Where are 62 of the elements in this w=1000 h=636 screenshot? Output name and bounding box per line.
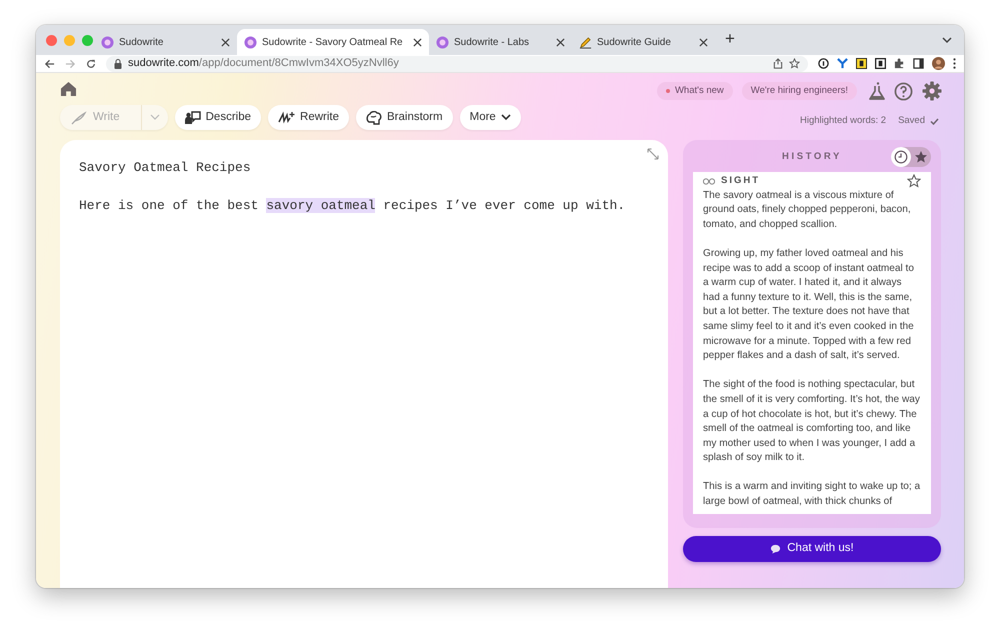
view-toggle[interactable] (891, 147, 931, 167)
eyes-icon (703, 178, 715, 185)
share-icon[interactable] (773, 58, 783, 69)
bookmark-star-icon[interactable] (789, 58, 800, 69)
avatar-icon[interactable] (932, 57, 945, 70)
entry-paragraph: The sight of the food is nothing spectacular, but the smell of it is very comforting. It’s hot, the way a cup of hot chocolate is hot, but it’s chewy. The smell of the oatmeal is comforting too, and like my mother used to when I was younger, I add a splash of soy milk to it. (703, 378, 921, 466)
help-icon[interactable] (894, 82, 913, 100)
check-icon (930, 118, 939, 125)
chat-bubble-icon (770, 544, 782, 554)
feather-icon (70, 110, 88, 124)
more-vertical-icon[interactable] (953, 58, 956, 69)
address-bar[interactable]: sudowrite.com/app/document/8CmwIvm34XO5yzNvll6y (106, 56, 808, 72)
settings-icon[interactable] (922, 81, 942, 101)
entry-paragraph: The savory oatmeal is a viscous mixture of ground oats, finely chopped pepperoni, bacon, tomato, and chopped scallion. (703, 188, 912, 232)
browser-tab[interactable]: Sudowrite Guide (572, 29, 715, 55)
chevron-down-icon[interactable] (942, 36, 952, 44)
app-logo-icon (101, 36, 114, 48)
highlighted-count-text: Highlighted words: 2 (800, 114, 886, 128)
saved-status-text: Saved (898, 114, 925, 128)
pencil-icon (579, 36, 592, 48)
expand-icon[interactable] (647, 148, 659, 160)
person-board-icon (184, 110, 201, 124)
new-tab-button[interactable]: + (725, 30, 735, 46)
toolbar-button[interactable]: Describe (174, 105, 262, 130)
puzzle-icon[interactable] (894, 58, 905, 69)
toolbar-button[interactable]: Rewrite (268, 105, 349, 130)
document-text: Here is one of the best savory oatmeal recipes I’ve ever come up with. (79, 196, 626, 214)
close-tab-icon[interactable] (699, 38, 708, 46)
entry-paragraph: This is a warm and inviting sight to wake up to; a large bowl of oatmeal, with thick chunks of (703, 480, 921, 510)
document-title: Savory Oatmeal Recipes (79, 159, 252, 177)
flask-icon[interactable] (869, 82, 885, 100)
scribble-icon (278, 111, 296, 124)
browser-tab[interactable]: Sudowrite - Savory Oatmeal Re (237, 29, 429, 55)
back-icon[interactable] (44, 58, 55, 68)
header-pill[interactable]: We're hiring engineers! (742, 82, 857, 100)
extension-icon[interactable] (875, 58, 886, 69)
close-tab-icon[interactable] (413, 38, 422, 46)
app-logo-icon (436, 36, 449, 48)
toolbar-button[interactable]: Brainstorm (356, 105, 453, 130)
header-pill[interactable]: What's new (656, 82, 733, 100)
clock-icon[interactable] (894, 150, 908, 164)
close-tab-icon[interactable] (556, 38, 565, 46)
home-icon[interactable] (60, 81, 77, 97)
extension-icon[interactable] (856, 58, 867, 69)
panel-title: HISTORY (782, 150, 842, 164)
reload-icon[interactable] (86, 58, 96, 68)
entry-label: SIGHT (721, 174, 760, 188)
url-text: sudowrite.com/app/document/8CmwIvm34XO5yzNvll6y (128, 56, 399, 72)
browser-tab[interactable]: Sudowrite - Labs (429, 29, 572, 55)
info-circle-icon[interactable] (818, 58, 829, 69)
caret-icon (500, 114, 511, 121)
side-panel-icon[interactable] (913, 58, 924, 69)
chat-button[interactable]: Chat with us! (683, 536, 941, 562)
y-shape-icon[interactable] (837, 58, 848, 69)
lock-icon (114, 58, 122, 68)
browser-tab[interactable]: Sudowrite (94, 29, 237, 55)
favorite-star-icon[interactable] (907, 174, 921, 188)
entry-paragraph: Growing up, my father loved oatmeal and his recipe was to add a scoop of instant oatmeal to a warm cup of water. I hated it, and it always had a funny texture to it. Well, this is the same, but a lot better. The texture does not have that same slimy feel to it and it’s even cooked in the microwave for a minute. Topped with a few red pepper flakes and a dash of salt, it’s served. (703, 246, 915, 364)
toolbar-button[interactable]: More (460, 105, 521, 130)
close-tab-icon[interactable] (221, 38, 230, 46)
star-icon[interactable] (914, 150, 928, 164)
app-logo-icon (244, 36, 257, 48)
